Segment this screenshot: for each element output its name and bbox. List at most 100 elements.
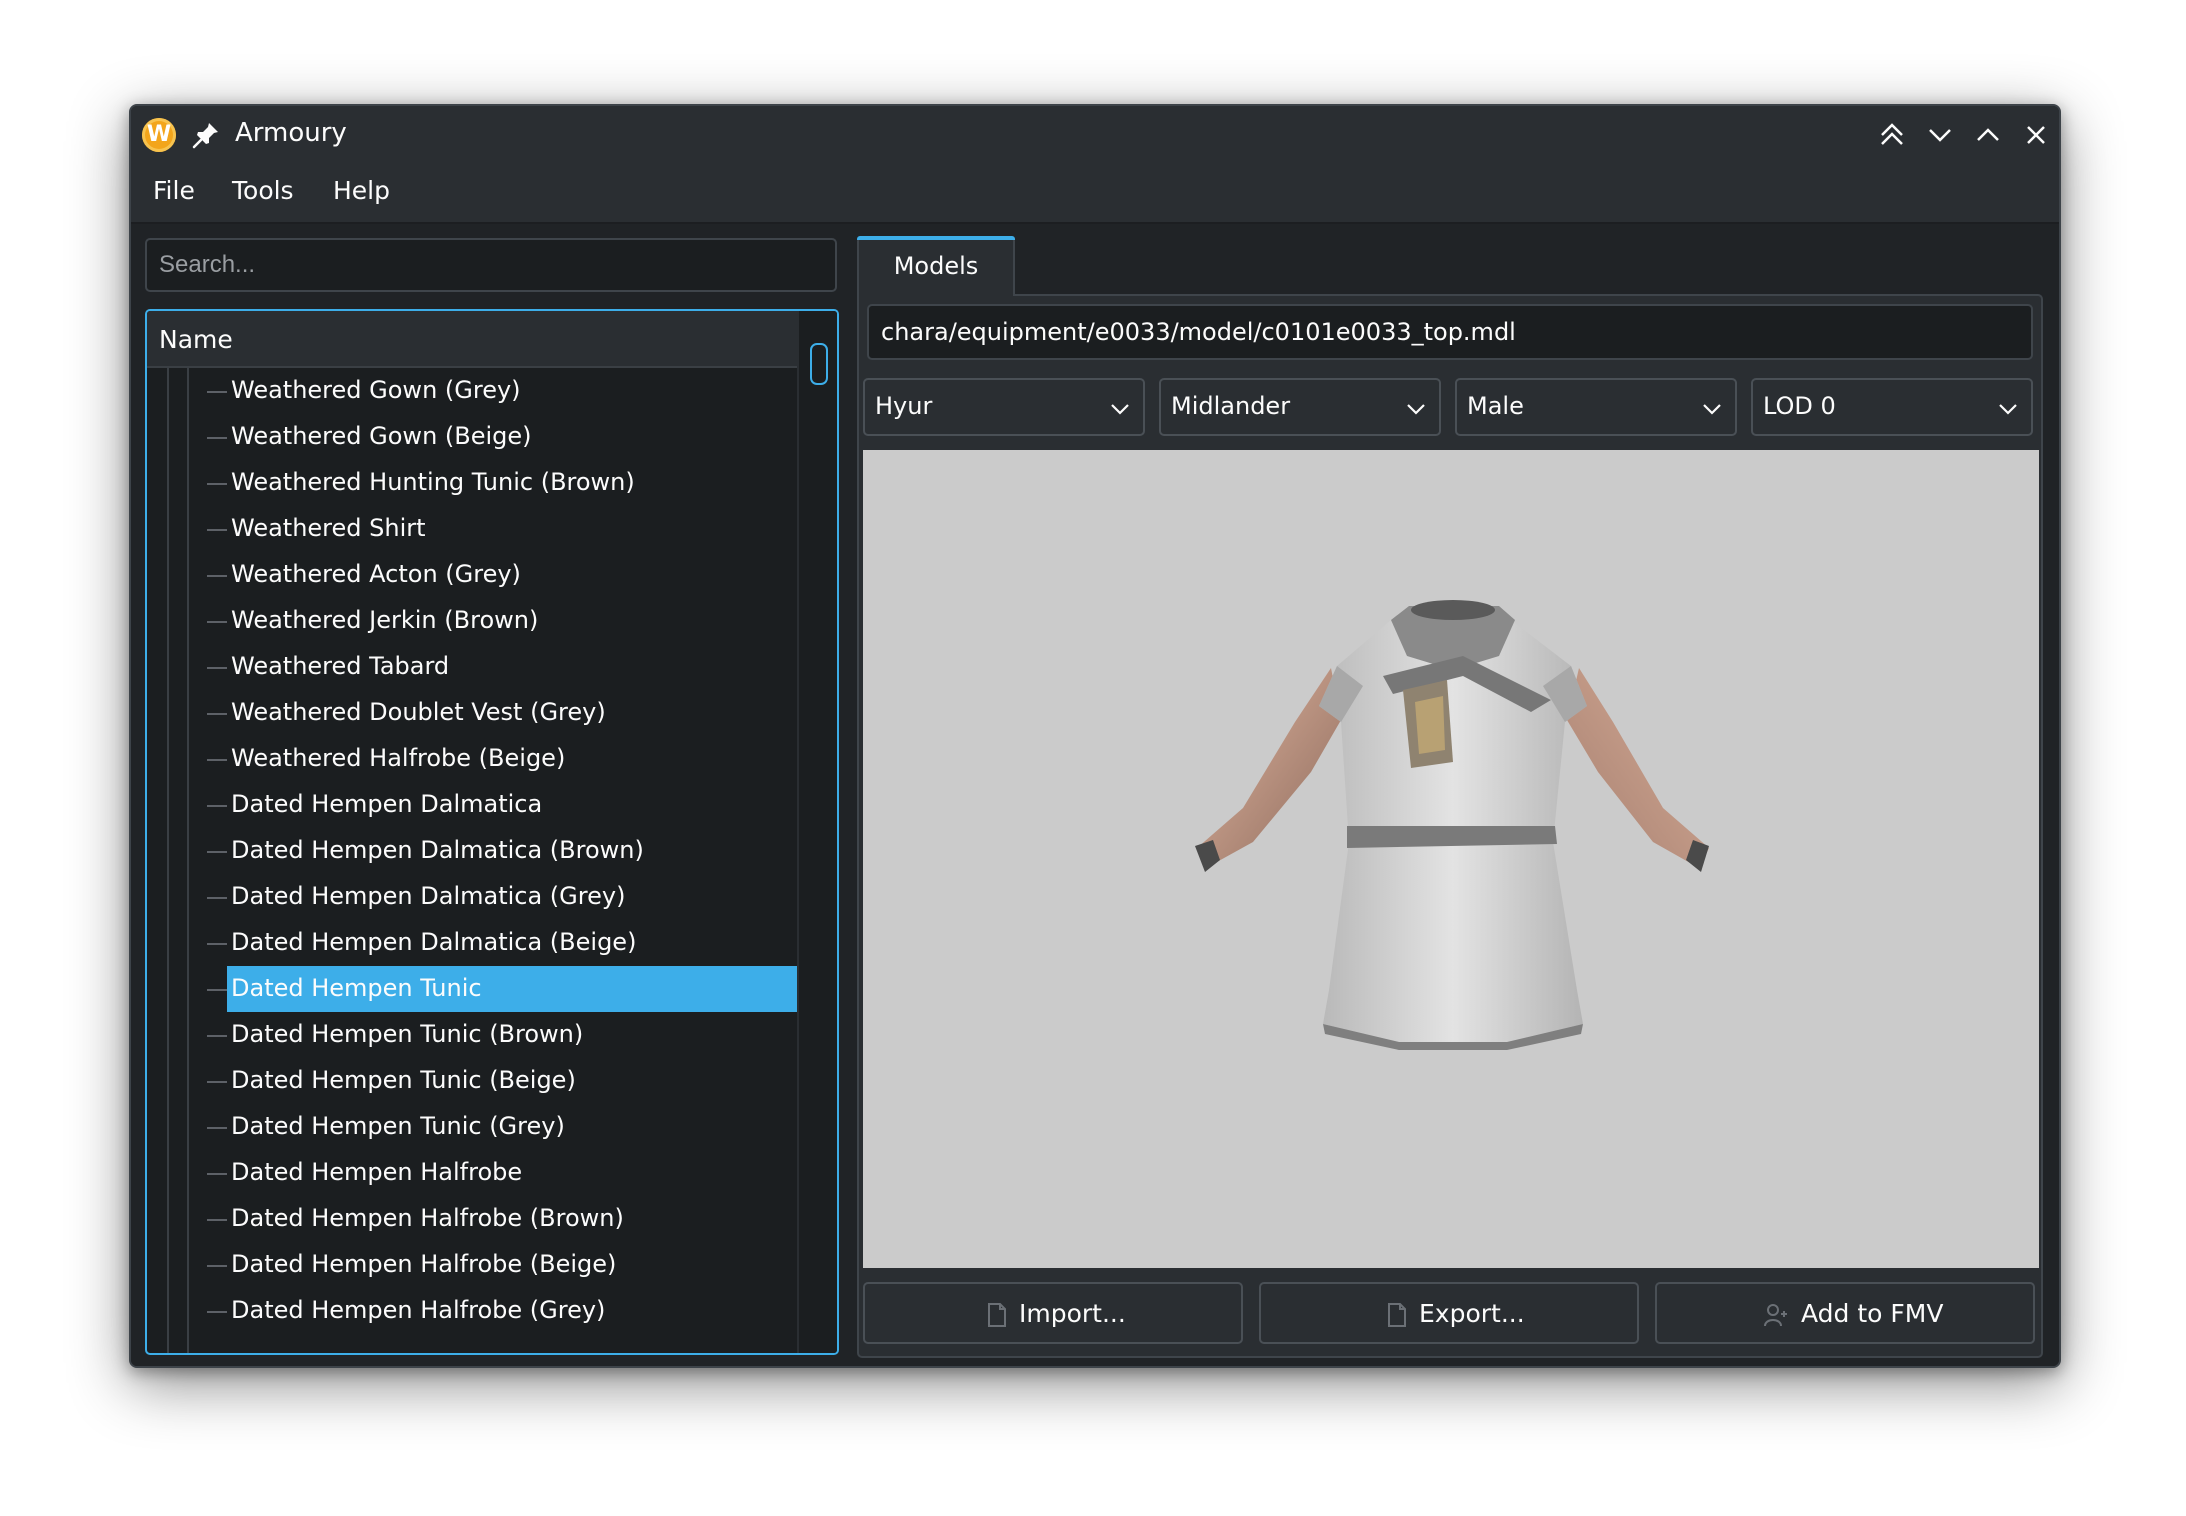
menu-help[interactable]: Help: [333, 176, 390, 205]
export-button[interactable]: Export...: [1259, 1282, 1639, 1344]
tree-row-label: Weathered Acton (Grey): [231, 560, 521, 588]
tree-row-label: Dated Hempen Dalmatica (Grey): [231, 882, 626, 910]
tree-scrollbar[interactable]: [797, 311, 837, 1353]
tree-row[interactable]: Weathered Hunting Tunic (Brown): [147, 460, 797, 506]
race-select[interactable]: Hyur: [863, 378, 1145, 436]
title-bar[interactable]: W Armoury: [131, 106, 2059, 164]
tree-item-list: Weathered Gown (Grey) Weathered Gown (Bei…: [147, 368, 797, 1334]
tree-row[interactable]: Weathered Halfrobe (Beige): [147, 736, 797, 782]
search-input[interactable]: [145, 238, 837, 292]
add-to-fmv-button[interactable]: Add to FMV: [1655, 1282, 2035, 1344]
menu-tools[interactable]: Tools: [232, 176, 294, 205]
tree-row[interactable]: Weathered Doublet Vest (Grey): [147, 690, 797, 736]
tree-row[interactable]: Weathered Jerkin (Brown): [147, 598, 797, 644]
tree-branch-line: [207, 621, 227, 623]
tree-branch-line: [207, 1311, 227, 1313]
tree-row[interactable]: Dated Hempen Dalmatica: [147, 782, 797, 828]
close-icon[interactable]: [2019, 118, 2053, 152]
tree-row[interactable]: Dated Hempen Tunic (Brown): [147, 1012, 797, 1058]
tab-models-label: Models: [893, 252, 979, 280]
tree-row-label: Dated Hempen Tunic (Brown): [231, 1020, 584, 1048]
tree-row-label: Dated Hempen Halfrobe: [231, 1158, 523, 1186]
tree-branch-line: [207, 667, 227, 669]
tree-row-label: Dated Hempen Dalmatica (Brown): [231, 836, 644, 864]
tree-row-label: Weathered Halfrobe (Beige): [231, 744, 566, 772]
lod-value: LOD 0: [1763, 392, 1836, 420]
tree-branch-line: [207, 391, 227, 393]
tree-row-label: Dated Hempen Tunic (Beige): [231, 1066, 576, 1094]
gender-select[interactable]: Male: [1455, 378, 1737, 436]
keep-above-icon[interactable]: [1875, 118, 1909, 152]
tree-row[interactable]: Dated Hempen Tunic: [147, 966, 797, 1012]
maximize-icon[interactable]: [1971, 118, 2005, 152]
tree-branch-line: [207, 575, 227, 577]
chevron-down-icon: [1407, 404, 1425, 415]
tree-branch-line: [207, 1127, 227, 1129]
app-logo-icon: W: [142, 118, 176, 152]
menu-file[interactable]: File: [153, 176, 195, 205]
tree-branch-line: [207, 759, 227, 761]
tab-widget: Hyur Midlander Male LOD 0: [857, 236, 2045, 1358]
export-button-label: Export...: [1419, 1299, 1525, 1328]
tree-branch-line: [207, 529, 227, 531]
tree-branch-line: [207, 1265, 227, 1267]
minimize-icon[interactable]: [1923, 118, 1957, 152]
tree-row[interactable]: Dated Hempen Halfrobe (Brown): [147, 1196, 797, 1242]
tree-branch-line: [207, 713, 227, 715]
tree-row[interactable]: Dated Hempen Halfrobe (Beige): [147, 1242, 797, 1288]
model-path-field[interactable]: [867, 304, 2033, 360]
tree-row-label: Weathered Doublet Vest (Grey): [231, 698, 606, 726]
lod-select[interactable]: LOD 0: [1751, 378, 2033, 436]
tree-row[interactable]: Dated Hempen Tunic (Beige): [147, 1058, 797, 1104]
tree-row-label: Dated Hempen Halfrobe (Beige): [231, 1250, 617, 1278]
import-file-icon: [988, 1303, 1006, 1327]
item-tree[interactable]: Name Weathered Gown (Grey) Weathered Gown…: [145, 309, 839, 1355]
tree-row[interactable]: Dated Hempen Dalmatica (Brown): [147, 828, 797, 874]
export-file-icon: [1388, 1303, 1406, 1327]
tree-row-label: Dated Hempen Tunic: [231, 974, 482, 1002]
subrace-value: Midlander: [1171, 392, 1291, 420]
chevron-down-icon: [1999, 404, 2017, 415]
tree-row-label: Weathered Jerkin (Brown): [231, 606, 539, 634]
tree-branch-line: [207, 437, 227, 439]
pin-icon[interactable]: [191, 120, 221, 150]
tree-row[interactable]: Weathered Tabard: [147, 644, 797, 690]
content-area: Name Weathered Gown (Grey)Weathered Gown…: [131, 224, 2059, 1366]
tree-branch-line: [207, 805, 227, 807]
tree-row-label: Weathered Hunting Tunic (Brown): [231, 468, 635, 496]
scrollbar-thumb[interactable]: [810, 343, 828, 385]
tree-row-label: Dated Hempen Tunic (Grey): [231, 1112, 565, 1140]
app-logo-letter: W: [146, 122, 172, 147]
tree-row[interactable]: Weathered Gown (Beige): [147, 414, 797, 460]
tree-row-label: Weathered Shirt: [231, 514, 426, 542]
import-button[interactable]: Import...: [863, 1282, 1243, 1344]
tree-column-header[interactable]: Name: [147, 311, 797, 368]
model-viewport[interactable]: [863, 450, 2039, 1268]
chevron-down-icon: [1111, 404, 1129, 415]
tree-row[interactable]: Dated Hempen Halfrobe (Grey): [147, 1288, 797, 1334]
tree-row[interactable]: Dated Hempen Halfrobe: [147, 1150, 797, 1196]
tree-row[interactable]: Weathered Acton (Grey): [147, 552, 797, 598]
add-to-fmv-button-label: Add to FMV: [1801, 1299, 1944, 1328]
armoury-window: W Armoury File Tools Help Na: [129, 104, 2061, 1368]
add-user-icon: [1764, 1304, 1787, 1327]
column-header-name: Name: [159, 325, 233, 354]
tree-branch-line: [207, 897, 227, 899]
tree-row-label: Weathered Gown (Beige): [231, 422, 532, 450]
subrace-select[interactable]: Midlander: [1159, 378, 1441, 436]
tree-row[interactable]: Dated Hempen Tunic (Grey): [147, 1104, 797, 1150]
tree-row-label: Dated Hempen Dalmatica: [231, 790, 543, 818]
import-button-label: Import...: [1019, 1299, 1126, 1328]
tree-branch-line: [207, 483, 227, 485]
race-value: Hyur: [875, 392, 933, 420]
tree-row-label: Weathered Gown (Grey): [231, 376, 521, 404]
tree-row-label: Dated Hempen Halfrobe (Brown): [231, 1204, 624, 1232]
menu-bar: File Tools Help: [131, 164, 2059, 224]
gender-value: Male: [1467, 392, 1524, 420]
tree-row[interactable]: Dated Hempen Dalmatica (Beige): [147, 920, 797, 966]
tree-row[interactable]: Weathered Gown (Grey): [147, 368, 797, 414]
tree-row[interactable]: Weathered Shirt: [147, 506, 797, 552]
tree-row[interactable]: Dated Hempen Dalmatica (Grey): [147, 874, 797, 920]
tab-models[interactable]: Models: [857, 236, 1015, 296]
chevron-down-icon: [1703, 404, 1721, 415]
